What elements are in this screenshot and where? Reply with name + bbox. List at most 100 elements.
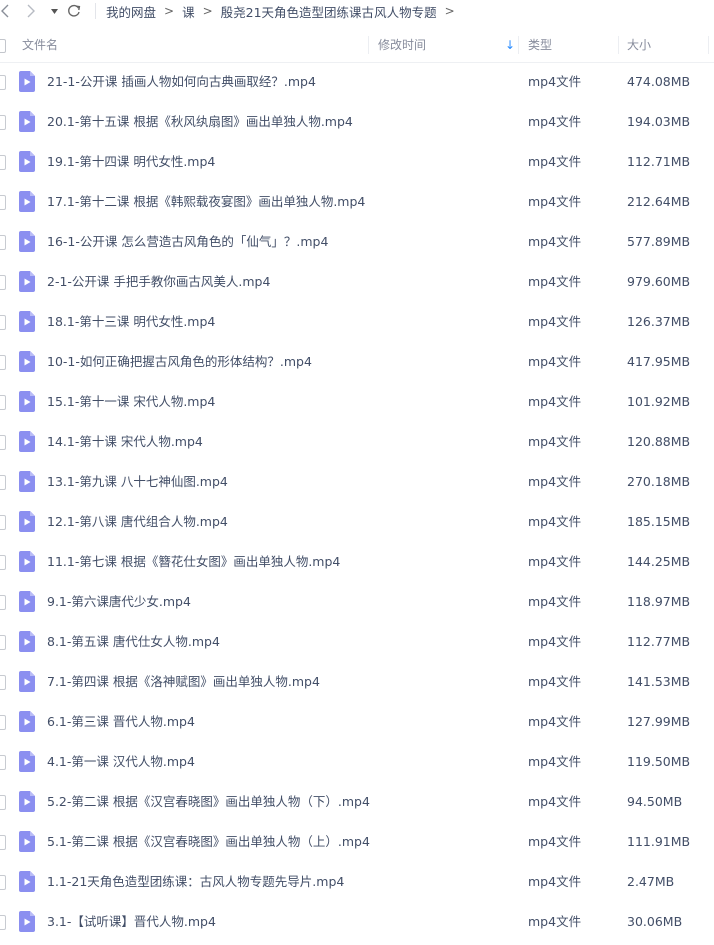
refresh-icon[interactable] xyxy=(66,3,82,19)
file-row[interactable]: 20.1-第十五课 根据《秋风纨扇图》画出单独人物.mp4 mp4文件 194.03… xyxy=(0,102,714,142)
row-checkbox[interactable] xyxy=(0,115,6,130)
row-checkbox[interactable] xyxy=(0,75,6,90)
file-size: 112.71MB xyxy=(627,154,691,169)
file-row[interactable]: 17.1-第十二课 根据《韩熙载夜宴图》画出单独人物.mp4 mp4文件 212.6… xyxy=(0,182,714,222)
video-file-icon xyxy=(19,831,35,855)
row-checkbox[interactable] xyxy=(0,795,6,810)
row-checkbox[interactable] xyxy=(0,195,6,210)
file-name[interactable]: 18.1-第十三课 明代女性.mp4 xyxy=(47,302,215,342)
row-checkbox[interactable] xyxy=(0,875,6,890)
file-type: mp4文件 xyxy=(528,514,582,529)
row-checkbox[interactable] xyxy=(0,395,6,410)
file-type: mp4文件 xyxy=(528,274,582,289)
file-row[interactable]: 15.1-第十一课 宋代人物.mp4 mp4文件 101.92MB xyxy=(0,382,714,422)
row-checkbox[interactable] xyxy=(0,435,6,450)
file-name[interactable]: 3.1-【试听课】晋代人物.mp4 xyxy=(47,902,216,942)
file-name[interactable]: 1.1-21天角色造型团练课：古风人物专题先导片.mp4 xyxy=(47,862,344,902)
breadcrumb-item-current[interactable]: 殷尧21天角色造型团练课古风人物专题 xyxy=(221,2,437,21)
video-file-icon xyxy=(19,551,35,575)
file-name[interactable]: 16-1-公开课 怎么营造古风角色的「仙气」？.mp4 xyxy=(47,222,328,262)
file-name[interactable]: 2-1-公开课 手把手教你画古风美人.mp4 xyxy=(47,262,270,302)
file-name[interactable]: 19.1-第十四课 明代女性.mp4 xyxy=(47,142,215,182)
breadcrumb-item-root[interactable]: 我的网盘 xyxy=(106,2,156,21)
file-row[interactable]: 13.1-第九课 八十七神仙图.mp4 mp4文件 270.18MB xyxy=(0,462,714,502)
file-name[interactable]: 11.1-第七课 根据《簪花仕女图》画出单独人物.mp4 xyxy=(47,542,340,582)
row-checkbox[interactable] xyxy=(0,275,6,290)
row-checkbox[interactable] xyxy=(0,675,6,690)
file-row[interactable]: 9.1-第六课唐代少女.mp4 mp4文件 118.97MB xyxy=(0,582,714,622)
file-row[interactable]: 16-1-公开课 怎么营造古风角色的「仙气」？.mp4 mp4文件 577.89MB xyxy=(0,222,714,262)
file-name[interactable]: 14.1-第十课 宋代人物.mp4 xyxy=(47,422,203,462)
file-row[interactable]: 11.1-第七课 根据《簪花仕女图》画出单独人物.mp4 mp4文件 144.25M… xyxy=(0,542,714,582)
file-name[interactable]: 17.1-第十二课 根据《韩熙载夜宴图》画出单独人物.mp4 xyxy=(47,182,365,222)
video-file-icon xyxy=(19,271,35,295)
file-row[interactable]: 5.2-第二课 根据《汉宫春晓图》画出单独人物（下）.mp4 mp4文件 94.50… xyxy=(0,782,714,822)
row-checkbox[interactable] xyxy=(0,355,6,370)
chevron-right-icon[interactable] xyxy=(26,3,36,19)
column-header-modified[interactable]: 修改时间 xyxy=(378,28,426,62)
file-name[interactable]: 21-1-公开课 插画人物如何向古典画取经？.mp4 xyxy=(47,62,316,102)
file-row[interactable]: 8.1-第五课 唐代仕女人物.mp4 mp4文件 112.77MB xyxy=(0,622,714,662)
file-row[interactable]: 14.1-第十课 宋代人物.mp4 mp4文件 120.88MB xyxy=(0,422,714,462)
file-list: 21-1-公开课 插画人物如何向古典画取经？.mp4 mp4文件 474.08MB 2… xyxy=(0,62,714,942)
breadcrumb-item-course[interactable]: 课 xyxy=(182,2,195,21)
file-size: 127.99MB xyxy=(627,714,691,729)
file-name[interactable]: 12.1-第八课 唐代组合人物.mp4 xyxy=(47,502,228,542)
video-file-icon xyxy=(19,751,35,775)
file-row[interactable]: 3.1-【试听课】晋代人物.mp4 mp4文件 30.06MB xyxy=(0,902,714,942)
select-all-checkbox[interactable] xyxy=(0,39,6,53)
file-size: 112.77MB xyxy=(627,634,691,649)
column-header-size[interactable]: 大小 xyxy=(627,28,651,62)
sort-descending-icon[interactable]: ↓ xyxy=(505,28,515,62)
video-file-icon xyxy=(19,431,35,455)
file-row[interactable]: 2-1-公开课 手把手教你画古风美人.mp4 mp4文件 979.60MB xyxy=(0,262,714,302)
row-checkbox[interactable] xyxy=(0,555,6,570)
file-row[interactable]: 1.1-21天角色造型团练课：古风人物专题先导片.mp4 mp4文件 2.47MB xyxy=(0,862,714,902)
column-header-name[interactable]: 文件名 xyxy=(22,28,58,62)
row-checkbox[interactable] xyxy=(0,915,6,930)
video-file-icon xyxy=(19,151,35,175)
file-row[interactable]: 6.1-第三课 晋代人物.mp4 mp4文件 127.99MB xyxy=(0,702,714,742)
row-checkbox[interactable] xyxy=(0,155,6,170)
row-checkbox[interactable] xyxy=(0,755,6,770)
file-row[interactable]: 18.1-第十三课 明代女性.mp4 mp4文件 126.37MB xyxy=(0,302,714,342)
row-checkbox[interactable] xyxy=(0,315,6,330)
file-name[interactable]: 15.1-第十一课 宋代人物.mp4 xyxy=(47,382,215,422)
file-name[interactable]: 10-1-如何正确把握古风角色的形体结构？.mp4 xyxy=(47,342,312,382)
file-type: mp4文件 xyxy=(528,314,582,329)
row-checkbox[interactable] xyxy=(0,635,6,650)
row-checkbox[interactable] xyxy=(0,475,6,490)
file-name[interactable]: 8.1-第五课 唐代仕女人物.mp4 xyxy=(47,622,220,662)
file-row[interactable]: 10-1-如何正确把握古风角色的形体结构？.mp4 mp4文件 417.95MB xyxy=(0,342,714,382)
file-type: mp4文件 xyxy=(528,754,582,769)
file-size: 126.37MB xyxy=(627,314,691,329)
file-name[interactable]: 13.1-第九课 八十七神仙图.mp4 xyxy=(47,462,228,502)
row-checkbox[interactable] xyxy=(0,515,6,530)
row-checkbox[interactable] xyxy=(0,235,6,250)
file-name[interactable]: 6.1-第三课 晋代人物.mp4 xyxy=(47,702,195,742)
file-size: 101.92MB xyxy=(627,394,691,409)
file-size: 94.50MB xyxy=(627,794,683,809)
file-size: 194.03MB xyxy=(627,114,691,129)
file-row[interactable]: 21-1-公开课 插画人物如何向古典画取经？.mp4 mp4文件 474.08MB xyxy=(0,62,714,102)
chevron-left-icon[interactable] xyxy=(0,3,10,19)
file-name[interactable]: 5.1-第二课 根据《汉宫春晓图》画出单独人物（上）.mp4 xyxy=(47,822,370,862)
column-divider xyxy=(708,36,709,54)
row-checkbox[interactable] xyxy=(0,715,6,730)
file-row[interactable]: 12.1-第八课 唐代组合人物.mp4 mp4文件 185.15MB xyxy=(0,502,714,542)
file-name[interactable]: 7.1-第四课 根据《洛神赋图》画出单独人物.mp4 xyxy=(47,662,320,702)
file-row[interactable]: 19.1-第十四课 明代女性.mp4 mp4文件 112.71MB xyxy=(0,142,714,182)
row-checkbox[interactable] xyxy=(0,595,6,610)
dropdown-caret-icon[interactable] xyxy=(50,7,58,15)
file-name[interactable]: 9.1-第六课唐代少女.mp4 xyxy=(47,582,191,622)
file-row[interactable]: 4.1-第一课 汉代人物.mp4 mp4文件 119.50MB xyxy=(0,742,714,782)
row-checkbox[interactable] xyxy=(0,835,6,850)
file-name[interactable]: 20.1-第十五课 根据《秋风纨扇图》画出单独人物.mp4 xyxy=(47,102,353,142)
file-name[interactable]: 5.2-第二课 根据《汉宫春晓图》画出单独人物（下）.mp4 xyxy=(47,782,370,822)
column-header-type[interactable]: 类型 xyxy=(528,28,552,62)
file-row[interactable]: 5.1-第二课 根据《汉宫春晓图》画出单独人物（上）.mp4 mp4文件 111.9… xyxy=(0,822,714,862)
file-row[interactable]: 7.1-第四课 根据《洛神赋图》画出单独人物.mp4 mp4文件 141.53MB xyxy=(0,662,714,702)
file-size: 144.25MB xyxy=(627,554,691,569)
file-type: mp4文件 xyxy=(528,474,582,489)
file-name[interactable]: 4.1-第一课 汉代人物.mp4 xyxy=(47,742,195,782)
